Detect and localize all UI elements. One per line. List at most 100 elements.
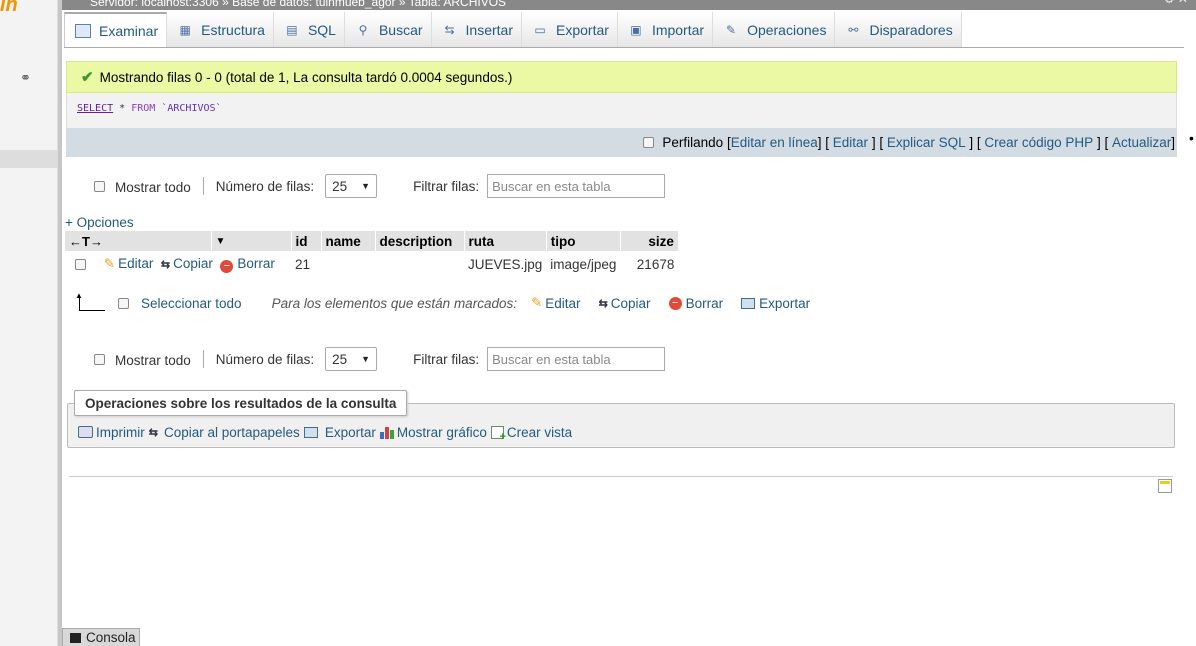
tab-buscar[interactable]: ⚲ Buscar <box>344 12 432 47</box>
cell-ruta[interactable]: JUEVES.jpg <box>464 251 546 278</box>
mass-delete-button[interactable]: − Borrar <box>668 295 724 311</box>
column-header-id[interactable]: id <box>291 231 322 251</box>
edit-inline-link[interactable]: Editar en línea <box>731 135 818 150</box>
pencil-icon: ✎ <box>103 256 116 271</box>
cell-description[interactable] <box>375 251 464 278</box>
column-header-tipo[interactable]: tipo <box>546 231 621 251</box>
row-checkbox[interactable] <box>75 258 86 270</box>
show-all-label: Mostrar todo <box>115 180 191 195</box>
mass-edit-button[interactable]: ✎ Editar <box>531 295 581 311</box>
cell-id[interactable]: 21 <box>291 251 321 278</box>
column-header-description[interactable]: description <box>375 231 465 251</box>
navigation-selected-item[interactable] <box>0 150 58 168</box>
show-all-checkbox[interactable] <box>94 353 105 365</box>
tab-importar[interactable]: ▣ Importar <box>617 12 714 47</box>
link-icon[interactable]: ⚭ <box>20 70 31 86</box>
explain-sql-link[interactable]: Explicar SQL <box>887 135 966 150</box>
export-label: Exportar <box>324 424 376 440</box>
copy-icon: ⇆ <box>148 426 158 439</box>
sort-menu-icon[interactable]: ▼ <box>211 231 292 251</box>
show-all-checkbox[interactable] <box>94 180 105 192</box>
breadcrumb-server[interactable]: Servidor: localhost:3306 <box>90 0 219 9</box>
mass-delete-label: Borrar <box>685 295 724 311</box>
table-header-row: ←T→ ▼ id name description ruta tipo size <box>65 231 679 251</box>
show-chart-button[interactable]: Mostrar gráfico <box>379 425 487 440</box>
copy-clipboard-button[interactable]: ⇆ Copiar al portapapeles <box>149 425 300 440</box>
pencil-icon: ✎ <box>530 295 543 310</box>
tab-label: Buscar <box>378 21 423 38</box>
column-arrows-icon[interactable]: ←T→ <box>65 231 212 251</box>
tab-sql[interactable]: ▤ SQL <box>273 12 345 47</box>
cell-tipo[interactable]: image/jpeg <box>546 251 620 278</box>
tab-estructura[interactable]: ▦ Estructura <box>167 12 274 47</box>
column-header-size[interactable]: size <box>620 231 679 251</box>
row-copy-button[interactable]: ⇆ Copiar <box>161 256 213 271</box>
separator <box>202 350 204 368</box>
structure-icon: ▦ <box>179 22 191 37</box>
breadcrumb-database[interactable]: Base de datos: tuinmueb_agor <box>232 0 395 9</box>
import-icon: ▣ <box>630 22 642 37</box>
sql-select-keyword[interactable]: SELECT <box>77 103 113 114</box>
console-toggle[interactable]: Consola <box>62 628 140 646</box>
tab-label: Importar <box>651 21 705 38</box>
row-delete-label: Borrar <box>237 256 275 271</box>
success-text: Mostrando filas 0 - 0 (total de 1, La co… <box>99 69 513 85</box>
row-delete-button[interactable]: − Borrar <box>220 256 275 273</box>
delete-icon: − <box>220 260 234 273</box>
search-icon: ⚲ <box>358 22 368 37</box>
select-all-checkbox[interactable] <box>118 297 129 309</box>
edit-query-link[interactable]: Editar <box>833 135 868 150</box>
options-link[interactable]: + Opciones <box>65 215 134 230</box>
bookmark-icon[interactable] <box>1158 479 1172 493</box>
rows-select[interactable]: 25 ▼ <box>325 347 378 371</box>
export-icon: ▭ <box>534 22 546 37</box>
cell-size[interactable]: 21678 <box>620 251 678 278</box>
mass-edit-label: Editar <box>545 295 581 311</box>
delete-icon: − <box>668 296 682 310</box>
print-label: Imprimir <box>96 424 145 440</box>
row-copy-label: Copiar <box>173 256 213 271</box>
settings-icon[interactable]: ⚙ ✕ <box>1164 0 1188 5</box>
marked-label: Para los elementos que están marcados: <box>271 295 517 311</box>
sql-query-box: SELECT * FROM `ARCHIVOS` <box>66 93 1177 128</box>
row-edit-button[interactable]: ✎ Editar <box>104 256 154 271</box>
refresh-link[interactable]: Actualizar <box>1112 135 1171 150</box>
create-php-link[interactable]: Crear código PHP <box>984 135 1093 150</box>
logo: in <box>0 0 18 16</box>
mass-copy-label: Copiar <box>610 295 651 311</box>
tab-operaciones[interactable]: ✎ Operaciones <box>713 12 836 47</box>
cell-name[interactable] <box>321 251 375 278</box>
wrench-icon: ✎ <box>726 22 737 37</box>
panel-divider[interactable] <box>58 0 62 646</box>
export-button[interactable]: Exportar <box>303 424 376 440</box>
filter-input[interactable]: Buscar en esta tabla <box>487 174 666 198</box>
check-icon: ✔ <box>81 69 94 86</box>
copy-icon: ⇆ <box>160 259 171 271</box>
select-all-label[interactable]: Seleccionar todo <box>141 296 242 311</box>
sql-star: * <box>119 103 126 114</box>
chevron-down-icon: ▼ <box>361 354 371 364</box>
copy-icon: ⇆ <box>598 297 608 310</box>
tab-disparadores[interactable]: ⚯ Disparadores <box>835 12 962 47</box>
results-table: ←T→ ▼ id name description ruta tipo size… <box>65 231 679 278</box>
mass-copy-button[interactable]: ⇆ Copiar <box>599 296 651 311</box>
tab-exportar[interactable]: ▭ Exportar <box>522 12 618 47</box>
divider <box>69 476 1173 477</box>
tab-examinar[interactable]: Examinar <box>64 12 168 47</box>
column-header-ruta[interactable]: ruta <box>464 231 547 251</box>
chart-icon <box>379 426 394 439</box>
tab-insertar[interactable]: ⇆ Insertar <box>431 12 523 47</box>
filter-input[interactable]: Buscar en esta tabla <box>487 347 666 371</box>
print-button[interactable]: Imprimir <box>78 425 145 440</box>
profiling-checkbox[interactable] <box>643 137 655 148</box>
console-label: Consola <box>86 630 136 645</box>
rows-value: 25 <box>332 351 348 367</box>
filter-label: Filtrar filas: <box>413 178 480 194</box>
rows-select[interactable]: 25 ▼ <box>325 174 378 198</box>
mass-export-button[interactable]: Exportar <box>741 296 810 311</box>
separator <box>202 177 204 195</box>
create-view-button[interactable]: Crear vista <box>490 425 572 443</box>
column-header-name[interactable]: name <box>321 231 376 251</box>
show-all-label: Mostrar todo <box>115 353 191 368</box>
breadcrumb-table[interactable]: Tabla: ARCHIVOS <box>409 0 506 9</box>
